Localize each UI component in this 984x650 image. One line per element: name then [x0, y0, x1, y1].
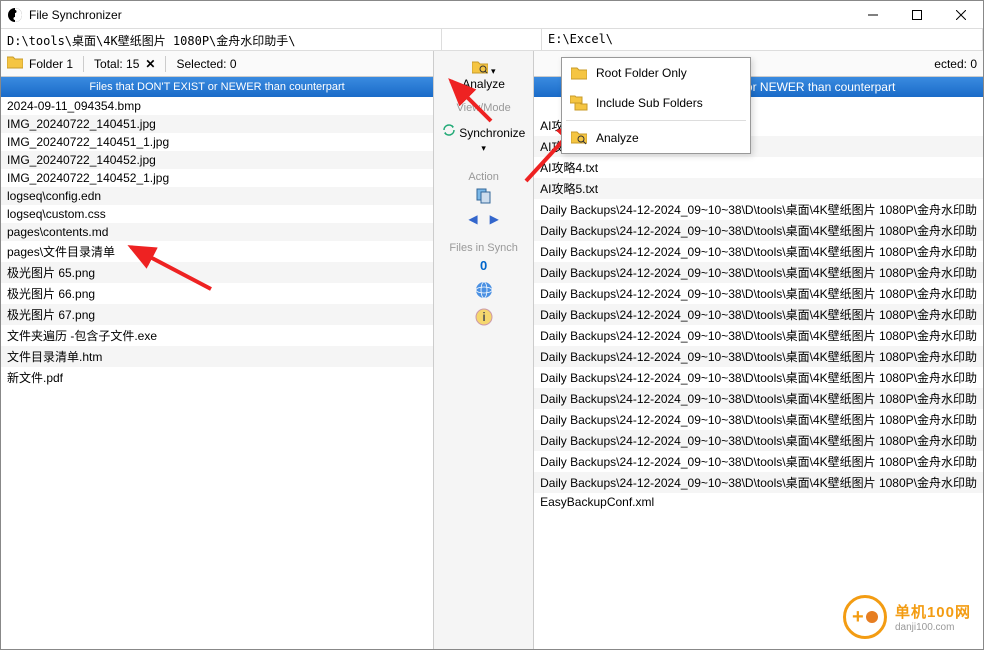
analyze-label: Analyze — [442, 77, 526, 91]
file-row[interactable]: 极光图片 67.png — [1, 304, 433, 325]
action-left-button[interactable]: ◀ — [468, 212, 477, 226]
file-row[interactable]: 2024-09-11_094354.bmp — [1, 97, 433, 115]
file-row[interactable]: Daily Backups\24-12-2024_09~10~38\D\tool… — [534, 220, 983, 241]
path-gap — [442, 29, 542, 50]
file-row[interactable]: EasyBackupConf.xml — [534, 493, 983, 511]
file-row[interactable]: AI攻略4.txt — [534, 157, 983, 178]
total-label: Total: 15 — [94, 57, 139, 71]
folder-label: Folder 1 — [29, 57, 73, 71]
file-row[interactable]: Daily Backups\24-12-2024_09~10~38\D\tool… — [534, 472, 983, 493]
files-sync-title: Files in Synch — [449, 242, 517, 254]
left-list-header: Files that DON'T EXIST or NEWER than cou… — [1, 77, 433, 97]
dropdown-root-folder-only[interactable]: Root Folder Only — [562, 58, 750, 88]
folders-icon — [570, 94, 588, 112]
file-row[interactable]: Daily Backups\24-12-2024_09~10~38\D\tool… — [534, 430, 983, 451]
file-row[interactable]: Daily Backups\24-12-2024_09~10~38\D\tool… — [534, 388, 983, 409]
app-icon — [7, 7, 23, 23]
analyze-button[interactable]: ▾ Analyze — [439, 55, 529, 96]
close-button[interactable] — [939, 1, 983, 29]
file-row[interactable]: Daily Backups\24-12-2024_09~10~38\D\tool… — [534, 199, 983, 220]
clear-button[interactable]: ✕ — [145, 57, 155, 71]
sync-icon — [442, 126, 456, 140]
synchronize-label: Synchronize — [459, 126, 525, 140]
file-row[interactable]: Daily Backups\24-12-2024_09~10~38\D\tool… — [534, 325, 983, 346]
file-row[interactable]: IMG_20240722_140452_1.jpg — [1, 169, 433, 187]
folder-icon — [570, 64, 588, 82]
file-row[interactable]: Daily Backups\24-12-2024_09~10~38\D\tool… — [534, 367, 983, 388]
action-copy-button[interactable] — [468, 187, 498, 208]
maximize-button[interactable] — [895, 1, 939, 29]
left-file-list[interactable]: 2024-09-11_094354.bmpIMG_20240722_140451… — [1, 97, 433, 649]
dropdown-analyze[interactable]: Analyze — [562, 123, 750, 153]
right-path[interactable]: E:\Excel\ — [542, 29, 983, 50]
window-title: File Synchronizer — [29, 8, 851, 22]
action-title: Action — [464, 171, 502, 183]
folder-icon — [7, 55, 23, 72]
file-row[interactable]: 新文件.pdf — [1, 367, 433, 388]
file-row[interactable]: AI攻略5.txt — [534, 178, 983, 199]
file-row[interactable]: 文件夹遍历 -包含子文件.exe — [1, 325, 433, 346]
file-row[interactable]: Daily Backups\24-12-2024_09~10~38\D\tool… — [534, 262, 983, 283]
file-row[interactable]: 极光图片 66.png — [1, 283, 433, 304]
globe-icon[interactable] — [449, 281, 517, 302]
file-row[interactable]: 极光图片 65.png — [1, 262, 433, 283]
file-row[interactable]: Daily Backups\24-12-2024_09~10~38\D\tool… — [534, 304, 983, 325]
analyze-dropdown: Root Folder Only Include Sub Folders Ana… — [561, 57, 751, 154]
file-row[interactable]: pages\contents.md — [1, 223, 433, 241]
file-row[interactable]: pages\文件目录清单 — [1, 241, 433, 262]
watermark-en: danji100.com — [895, 622, 971, 633]
watermark-logo-icon: + — [843, 595, 887, 639]
file-row[interactable]: logseq\config.edn — [1, 187, 433, 205]
info-icon[interactable]: i — [449, 308, 517, 329]
right-file-list[interactable]: AI攻略2.txtAI攻略3.txtAI攻略4.txtAI攻略5.txtDail… — [534, 97, 983, 649]
file-row[interactable]: 文件目录清单.htm — [1, 346, 433, 367]
file-row[interactable]: IMG_20240722_140451.jpg — [1, 115, 433, 133]
file-row[interactable]: Daily Backups\24-12-2024_09~10~38\D\tool… — [534, 451, 983, 472]
file-row[interactable]: logseq\custom.css — [1, 205, 433, 223]
file-row[interactable]: Daily Backups\24-12-2024_09~10~38\D\tool… — [534, 346, 983, 367]
left-folder-header: Folder 1 Total: 15 ✕ Selected: 0 — [1, 51, 433, 77]
synchronize-button[interactable]: Synchronize ▾ — [439, 118, 529, 159]
analyze-icon: ▾ — [442, 60, 526, 77]
title-bar: File Synchronizer — [1, 1, 983, 29]
file-row[interactable]: IMG_20240722_140452.jpg — [1, 151, 433, 169]
path-bar: D:\tools\桌面\4K壁纸图片 1080P\金舟水印助手\ E:\Exce… — [1, 29, 983, 51]
left-path[interactable]: D:\tools\桌面\4K壁纸图片 1080P\金舟水印助手\ — [1, 29, 442, 50]
files-sync-count: 0 — [449, 258, 517, 273]
file-row[interactable]: Daily Backups\24-12-2024_09~10~38\D\tool… — [534, 283, 983, 304]
selected-label: Selected: 0 — [176, 57, 236, 71]
minimize-button[interactable] — [851, 1, 895, 29]
center-panel: ▾ Analyze View/Mode Synchronize ▾ Action… — [434, 51, 534, 649]
magnifier-icon — [570, 129, 588, 147]
dropdown-label: Analyze — [596, 131, 639, 145]
file-row[interactable]: Daily Backups\24-12-2024_09~10~38\D\tool… — [534, 241, 983, 262]
dropdown-label: Root Folder Only — [596, 66, 687, 80]
dropdown-label: Include Sub Folders — [596, 96, 703, 110]
file-row[interactable]: IMG_20240722_140451_1.jpg — [1, 133, 433, 151]
dropdown-include-sub-folders[interactable]: Include Sub Folders — [562, 88, 750, 118]
svg-text:i: i — [482, 310, 485, 324]
viewmode-title: View/Mode — [439, 102, 529, 114]
action-right-button[interactable]: ▶ — [490, 212, 499, 226]
file-row[interactable]: Daily Backups\24-12-2024_09~10~38\D\tool… — [534, 409, 983, 430]
right-selected-label: ected: 0 — [934, 57, 977, 71]
watermark-cn: 单机100网 — [895, 601, 971, 622]
left-pane: Folder 1 Total: 15 ✕ Selected: 0 Files t… — [1, 51, 434, 649]
watermark: + 单机100网 danji100.com — [843, 595, 971, 639]
